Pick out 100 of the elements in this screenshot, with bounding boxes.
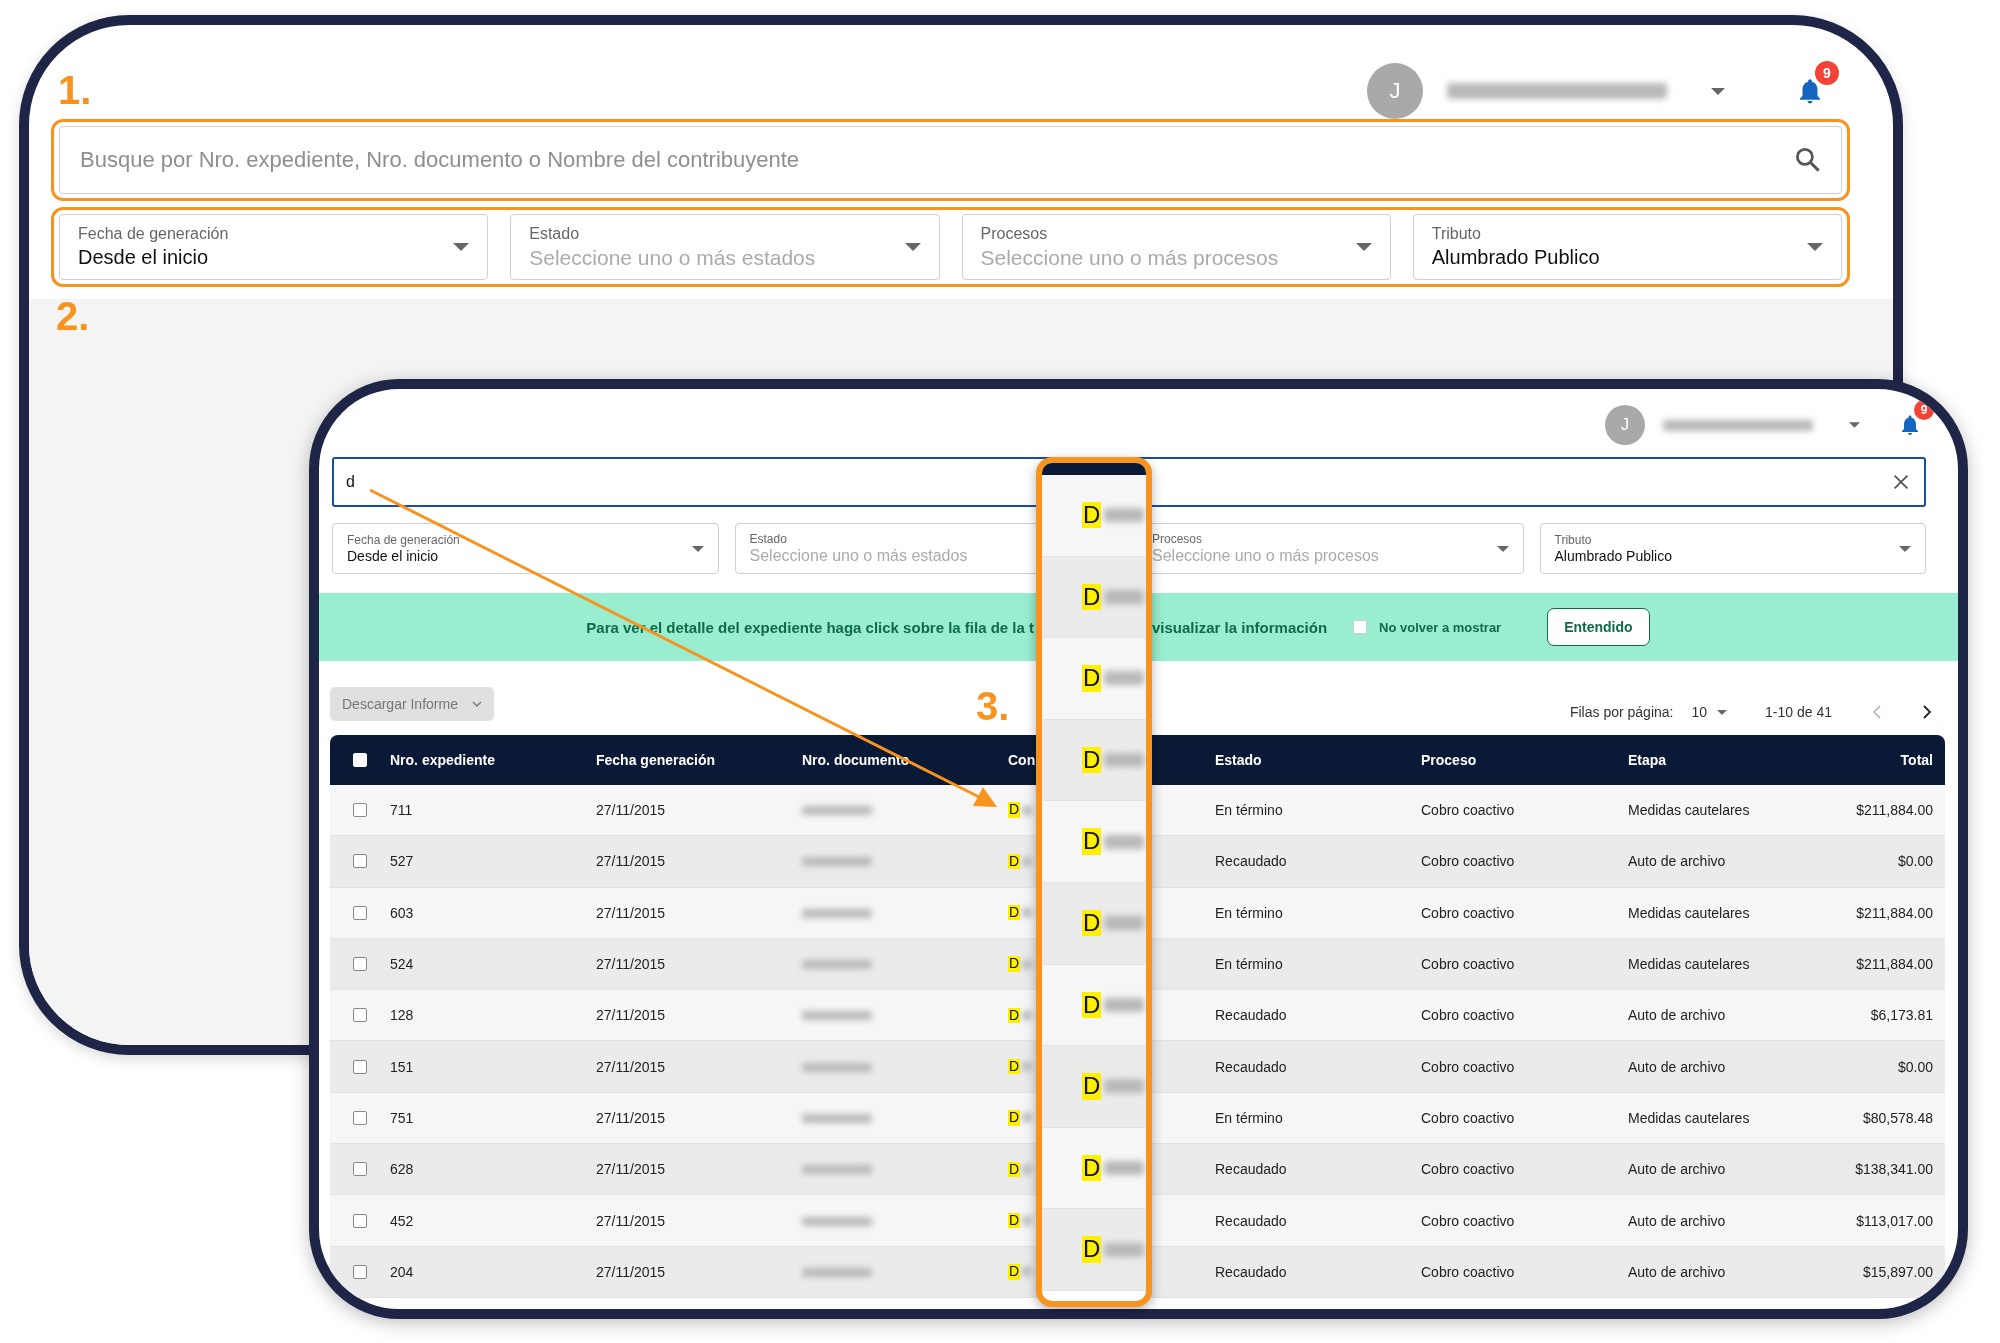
highlighted-text: D: [1082, 910, 1102, 937]
table-cell-text: 452: [390, 1212, 415, 1229]
highlighted-text: D: [1008, 1110, 1021, 1126]
table-cell-text: Auto de archivo: [1628, 1058, 1727, 1075]
table-cell-text: En término: [1215, 1109, 1284, 1126]
highlighted-text: D: [1008, 956, 1021, 972]
highlighted-text: D: [1008, 1264, 1021, 1280]
step-number: 1.: [58, 70, 92, 110]
highlighted-text: D: [1008, 802, 1021, 818]
table-cell-text: $0.00: [1896, 853, 1934, 870]
highlighted-text: D: [1082, 1073, 1102, 1100]
table-cell-text: Cobro coactivo: [1421, 1109, 1516, 1126]
table-cell-text: 27/11/2015: [596, 853, 667, 870]
table-cell-text: Cobro coactivo: [1421, 1212, 1516, 1229]
search-placeholder: Busque por Nro. expediente, Nro. documento o Nombre del contribuyente: [80, 147, 800, 173]
search-text: d: [346, 473, 355, 491]
table-cell-text: Cobro coactivo: [1421, 802, 1516, 819]
column-header[interactable]: Etapa: [1628, 752, 1667, 768]
table-cell-text: $113,017.00: [1855, 1212, 1934, 1229]
table-cell-text: 628: [390, 1161, 415, 1178]
highlighted-text: D: [1082, 502, 1102, 529]
step-number: 2.: [56, 296, 90, 336]
table-cell-text: Recaudado: [1215, 1161, 1288, 1178]
table-cell-text: 751: [390, 1109, 415, 1126]
search-field[interactable]: d: [332, 457, 1926, 507]
table-cell-text: Cobro coactivo: [1421, 956, 1516, 973]
table-cell-text: Medidas cautelares: [1628, 802, 1751, 819]
table-cell-text: $80,578.48: [1861, 1109, 1934, 1126]
table-cell-text: Medidas cautelares: [1628, 956, 1751, 973]
table-cell-text: 27/11/2015: [596, 1109, 667, 1126]
table-cell-text: Auto de archivo: [1628, 853, 1727, 870]
table-cell-text: 27/11/2015: [596, 1161, 667, 1178]
highlighted-text: D: [1008, 1212, 1021, 1229]
table-cell-text: Cobro coactivo: [1421, 1263, 1516, 1280]
table-cell-text: 27/11/2015: [596, 1263, 667, 1280]
rows-per-page-select[interactable]: 10: [1691, 704, 1728, 720]
table-cell-text: Auto de archivo: [1628, 1161, 1727, 1178]
highlighted-text: D: [1008, 1007, 1021, 1024]
table-cell-text: Medidas cautelares: [1628, 1109, 1751, 1126]
highlighted-text: D: [1082, 828, 1102, 855]
filter-dropdown[interactable]: Fecha de generación Desde el inicio: [59, 214, 489, 280]
table-cell-text: 27/11/2015: [596, 1007, 667, 1024]
highlighted-text: D: [1008, 1161, 1021, 1177]
table-cell-text: Auto de archivo: [1628, 1263, 1727, 1280]
notification-badge: 9: [1914, 400, 1934, 420]
table-cell-text: Cobro coactivo: [1421, 1058, 1516, 1075]
filter-dropdown[interactable]: Estado Seleccione uno o más estados: [510, 214, 940, 280]
highlighted-text: D: [1082, 1236, 1102, 1263]
table-cell-text: Auto de archivo: [1628, 1007, 1727, 1024]
table-cell-text: 27/11/2015: [596, 802, 667, 819]
rows-per-page-label: Filas por página:: [1569, 704, 1674, 720]
table-cell-text: $211,884.00: [1855, 802, 1934, 819]
highlighted-text: D: [1082, 583, 1102, 611]
highlighted-text: D: [1082, 991, 1102, 1019]
table-cell-text: En término: [1215, 956, 1284, 973]
table-cell-text: 151: [390, 1058, 415, 1075]
table-cell-text: 711: [390, 802, 414, 819]
table-cell-text: $6,173.81: [1869, 1007, 1934, 1024]
table-cell-text: Recaudado: [1215, 1263, 1288, 1280]
table-cell-text: 128: [390, 1007, 415, 1024]
highlighted-text: D: [1008, 1058, 1021, 1075]
step-number: 3.: [976, 686, 1010, 726]
table-cell-text: $211,884.00: [1855, 904, 1934, 921]
table-cell-text: Recaudado: [1215, 1007, 1288, 1024]
table-cell-text: Recaudado: [1215, 1058, 1288, 1075]
table-cell-text: 603: [390, 904, 415, 921]
column-header[interactable]: Nro. expediente: [390, 752, 496, 768]
table-cell-text: Cobro coactivo: [1421, 1161, 1516, 1178]
filter-dropdown[interactable]: Tributo Alumbrado Publico: [1539, 523, 1926, 574]
checkbox-label: No volver a mostrar: [1379, 619, 1502, 635]
table-cell-text: 27/11/2015: [596, 956, 667, 973]
column-header[interactable]: Con: [1008, 752, 1036, 768]
table-cell-text: 204: [390, 1263, 415, 1280]
filter-dropdown[interactable]: Procesos Seleccione uno o más procesos: [961, 214, 1391, 280]
filter-dropdown[interactable]: Fecha de generación Desde el inicio: [332, 523, 719, 574]
column-header[interactable]: Estado: [1215, 752, 1262, 768]
table-cell-text: Cobro coactivo: [1421, 1007, 1516, 1024]
highlighted-text: D: [1082, 746, 1102, 774]
highlighted-text: D: [1008, 905, 1021, 921]
table-cell-text: En término: [1215, 904, 1284, 921]
column-header[interactable]: Proceso: [1421, 752, 1477, 768]
filter-dropdown[interactable]: Tributo Alumbrado Publico: [1412, 214, 1842, 280]
table-cell-text: Recaudado: [1215, 853, 1288, 870]
table-cell-text: 527: [390, 853, 415, 870]
highlighted-text: D: [1082, 1154, 1102, 1182]
table-cell-text: 524: [390, 956, 415, 973]
understood-button[interactable]: Entendido: [1547, 608, 1650, 646]
highlighted-text: D: [1008, 853, 1021, 870]
column-header[interactable]: Nro. documento: [802, 752, 910, 768]
page-range: 1-10 de 41: [1765, 704, 1832, 720]
column-header[interactable]: Fecha generación: [596, 752, 716, 768]
table-cell-text: Medidas cautelares: [1628, 904, 1751, 921]
table-cell-text: $0.00: [1896, 1058, 1934, 1075]
table-cell-text: Recaudado: [1215, 1212, 1288, 1229]
notification-badge: 9: [1815, 61, 1839, 85]
table-cell-text: 27/11/2015: [596, 904, 667, 921]
column-header[interactable]: Total: [1755, 752, 1945, 768]
highlighted-text: D: [1082, 665, 1102, 692]
table-cell-text: $138,341.00: [1854, 1161, 1934, 1178]
table-cell-text: En término: [1215, 802, 1284, 819]
